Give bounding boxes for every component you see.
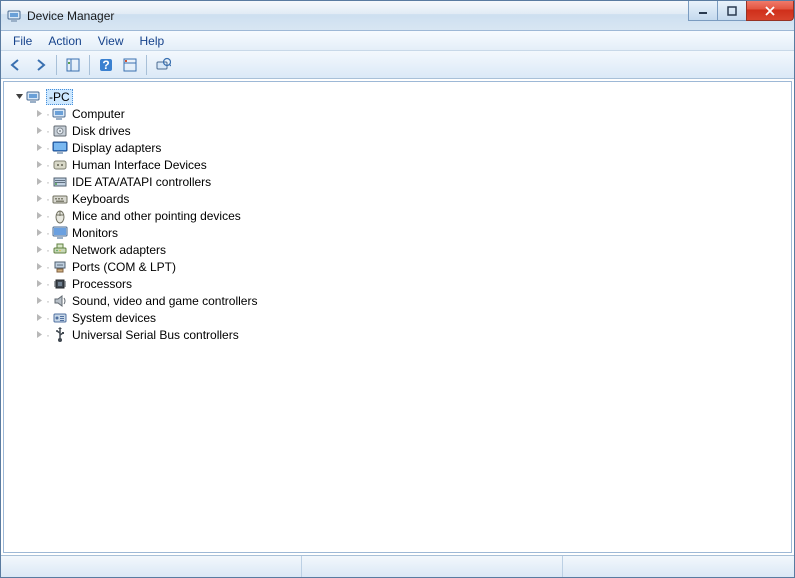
tree-item[interactable]: ·Disk drives xyxy=(30,122,791,139)
monitor-icon xyxy=(52,225,68,241)
statusbar-separator xyxy=(301,556,302,577)
toolbar: ? xyxy=(1,51,794,79)
expand-arrow-icon[interactable] xyxy=(34,109,44,119)
tree-item-label: IDE ATA/ATAPI controllers xyxy=(72,175,211,189)
app-icon xyxy=(7,8,23,24)
tree-item-label: Computer xyxy=(72,107,125,121)
computer-root-icon xyxy=(26,89,42,105)
toolbar-separator xyxy=(146,55,147,75)
tree-item-label: Mice and other pointing devices xyxy=(72,209,241,223)
expand-arrow-icon[interactable] xyxy=(34,313,44,323)
back-button[interactable] xyxy=(5,54,27,76)
tree-item-label: Sound, video and game controllers xyxy=(72,294,257,308)
close-button[interactable] xyxy=(746,1,794,21)
tree-item-label: Universal Serial Bus controllers xyxy=(72,328,239,342)
expand-arrow-icon[interactable] xyxy=(34,296,44,306)
tree-item[interactable]: ·Ports (COM & LPT) xyxy=(30,258,791,275)
expand-arrow-icon[interactable] xyxy=(34,126,44,136)
tree-item[interactable]: ·IDE ATA/ATAPI controllers xyxy=(30,173,791,190)
processor-icon xyxy=(52,276,68,292)
system-icon xyxy=(52,310,68,326)
usb-icon xyxy=(52,327,68,343)
keyboard-icon xyxy=(52,191,68,207)
tree-item[interactable]: ·Computer xyxy=(30,105,791,122)
expand-arrow-icon[interactable] xyxy=(34,211,44,221)
device-tree-pane[interactable]: -PC ·Computer·Disk drives·Display adapte… xyxy=(3,81,792,553)
expand-arrow-icon[interactable] xyxy=(34,330,44,340)
tree-item-label: Ports (COM & LPT) xyxy=(72,260,176,274)
tree-root-label: -PC xyxy=(46,89,73,105)
tree-item[interactable]: ·Display adapters xyxy=(30,139,791,156)
computer-icon xyxy=(52,106,68,122)
minimize-button[interactable] xyxy=(688,1,718,21)
hid-icon xyxy=(52,157,68,173)
toolbar-separator xyxy=(56,55,57,75)
maximize-button[interactable] xyxy=(717,1,747,21)
tree-item[interactable]: ·Mice and other pointing devices xyxy=(30,207,791,224)
tree-item-label: Human Interface Devices xyxy=(72,158,207,172)
statusbar xyxy=(1,555,794,577)
help-button[interactable]: ? xyxy=(95,54,117,76)
tree-item[interactable]: ·Human Interface Devices xyxy=(30,156,791,173)
tree-item[interactable]: ·Network adapters xyxy=(30,241,791,258)
expand-arrow-icon[interactable] xyxy=(34,228,44,238)
tree-item[interactable]: ·Sound, video and game controllers xyxy=(30,292,791,309)
sound-icon xyxy=(52,293,68,309)
expand-arrow-icon[interactable] xyxy=(34,194,44,204)
tree-item-label: Display adapters xyxy=(72,141,161,155)
tree-item-label: Keyboards xyxy=(72,192,129,206)
tree-item-label: System devices xyxy=(72,311,156,325)
menubar: File Action View Help xyxy=(1,31,794,51)
titlebar: Device Manager xyxy=(1,1,794,31)
expand-arrow-icon[interactable] xyxy=(34,279,44,289)
expand-arrow-icon[interactable] xyxy=(14,92,24,102)
expand-arrow-icon[interactable] xyxy=(34,245,44,255)
menu-action[interactable]: Action xyxy=(40,32,89,50)
statusbar-separator xyxy=(562,556,563,577)
tree-item[interactable]: ·Processors xyxy=(30,275,791,292)
disk-icon xyxy=(52,123,68,139)
device-manager-window: Device Manager File Action View Help xyxy=(0,0,795,578)
ide-icon xyxy=(52,174,68,190)
device-tree: -PC ·Computer·Disk drives·Display adapte… xyxy=(4,84,791,347)
expand-arrow-icon[interactable] xyxy=(34,160,44,170)
svg-text:?: ? xyxy=(102,58,109,72)
expand-arrow-icon[interactable] xyxy=(34,262,44,272)
tree-children: ·Computer·Disk drives·Display adapters·H… xyxy=(10,105,791,343)
window-title: Device Manager xyxy=(27,9,114,23)
window-controls xyxy=(689,1,794,21)
mouse-icon xyxy=(52,208,68,224)
forward-button[interactable] xyxy=(29,54,51,76)
network-icon xyxy=(52,242,68,258)
show-hide-tree-button[interactable] xyxy=(62,54,84,76)
tree-item-label: Network adapters xyxy=(72,243,166,257)
menu-help[interactable]: Help xyxy=(132,32,173,50)
tree-item[interactable]: ·Universal Serial Bus controllers xyxy=(30,326,791,343)
ports-icon xyxy=(52,259,68,275)
menu-view[interactable]: View xyxy=(90,32,132,50)
expand-arrow-icon[interactable] xyxy=(34,143,44,153)
tree-item-label: Processors xyxy=(72,277,132,291)
tree-item[interactable]: ·Keyboards xyxy=(30,190,791,207)
expand-arrow-icon[interactable] xyxy=(34,177,44,187)
tree-root[interactable]: -PC xyxy=(10,88,791,105)
menu-file[interactable]: File xyxy=(5,32,40,50)
tree-item[interactable]: ·Monitors xyxy=(30,224,791,241)
tree-item[interactable]: ·System devices xyxy=(30,309,791,326)
scan-hardware-button[interactable] xyxy=(152,54,174,76)
tree-item-label: Disk drives xyxy=(72,124,131,138)
tree-item-label: Monitors xyxy=(72,226,118,240)
display-icon xyxy=(52,140,68,156)
properties-button[interactable] xyxy=(119,54,141,76)
toolbar-separator xyxy=(89,55,90,75)
